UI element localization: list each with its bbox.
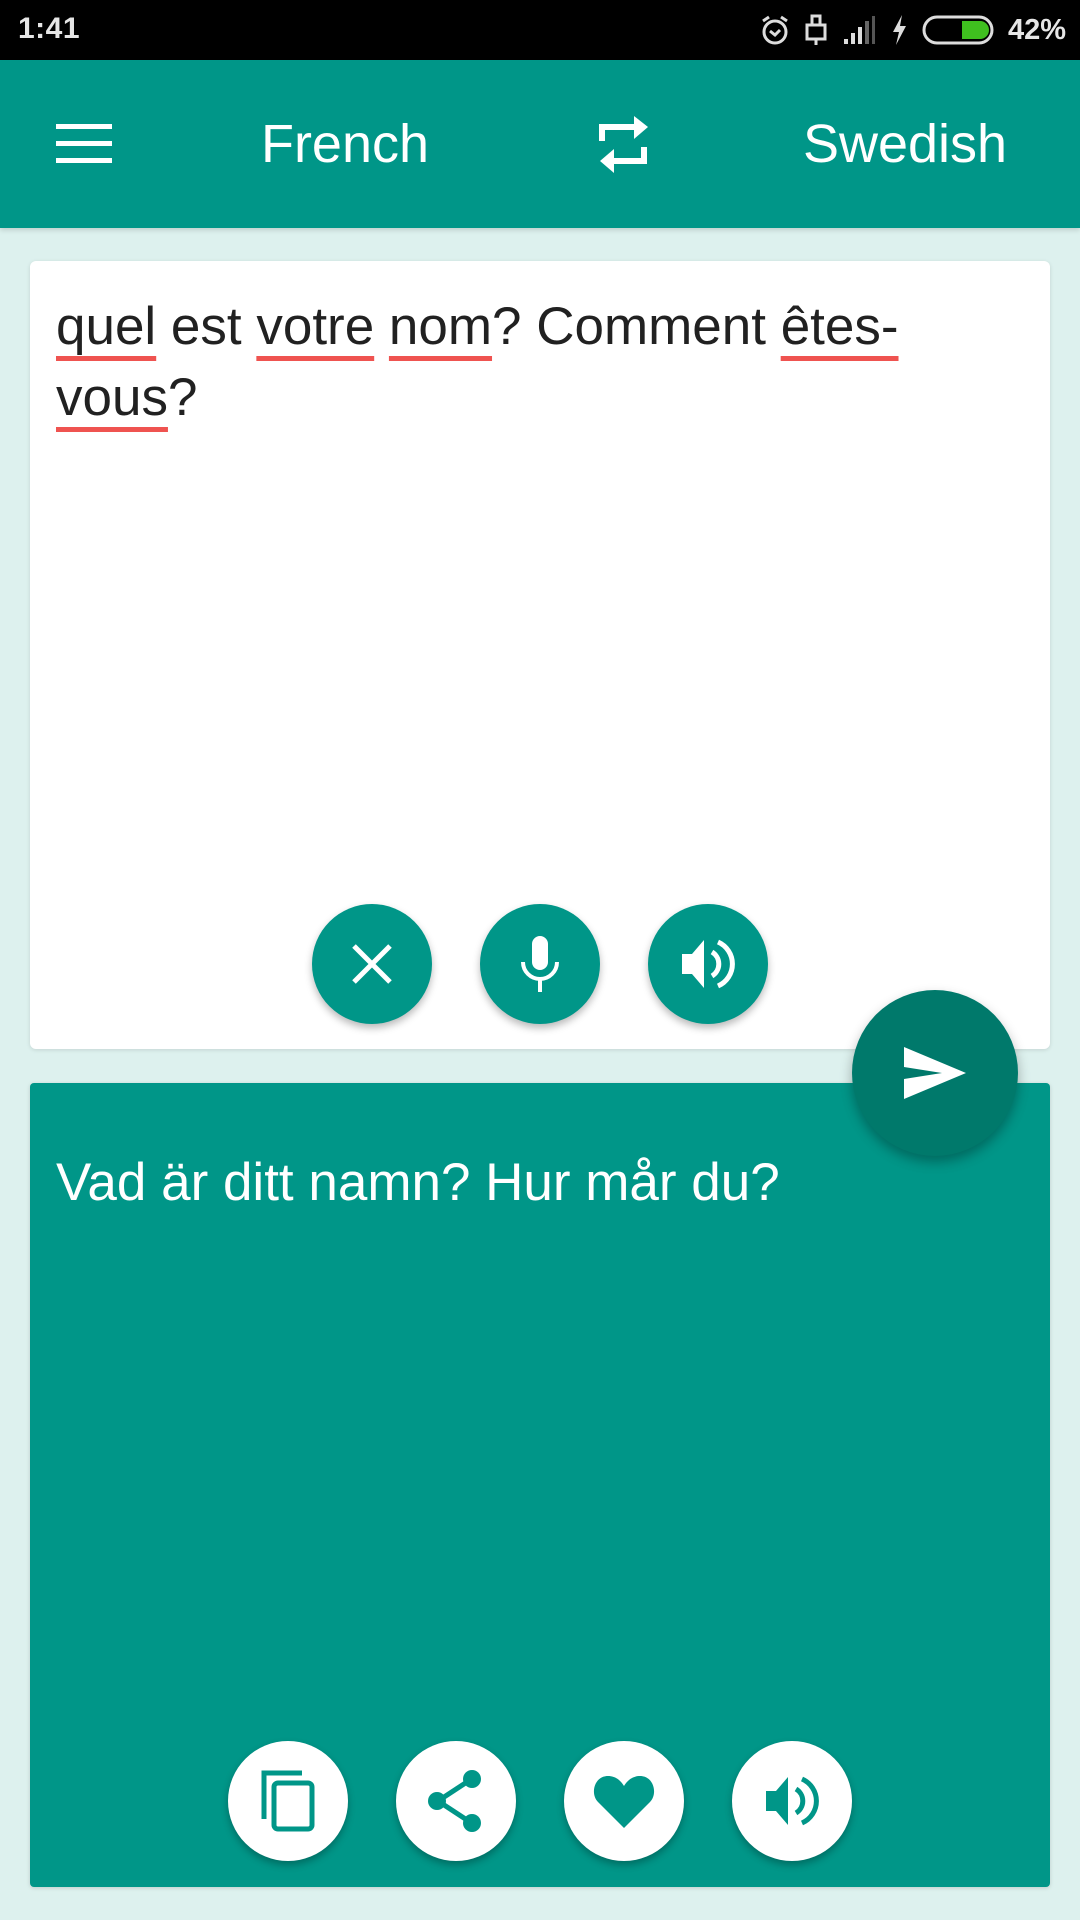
copy-icon [261, 1770, 315, 1832]
close-icon [352, 944, 392, 984]
text-segment: ? [167, 368, 198, 427]
share-button[interactable] [396, 1741, 516, 1861]
copy-button[interactable] [228, 1741, 348, 1861]
swap-languages-button[interactable] [580, 108, 668, 180]
misspelled-word: êtes- [780, 297, 899, 356]
target-language-button[interactable]: Swedish [760, 110, 1050, 178]
usb-lock-icon [804, 13, 828, 47]
status-bar: 1:41 42% [0, 0, 1080, 60]
clear-button[interactable] [312, 904, 432, 1024]
output-card: Vad är ditt namn? Hur mår du? [30, 1083, 1050, 1887]
heart-icon [593, 1776, 655, 1828]
speak-translation-button[interactable] [732, 1741, 852, 1861]
status-time: 1:41 [18, 12, 81, 45]
battery-percent: 42% [1007, 13, 1066, 46]
microphone-icon [521, 936, 559, 992]
source-text-input[interactable]: quel est votre nom? Comment êtes-vous? [56, 291, 1036, 433]
status-icons: 42% [760, 10, 1066, 50]
speaker-icon [766, 1776, 819, 1826]
misspelled-word: votre [256, 297, 375, 356]
toolbar: French Swedish [0, 60, 1080, 228]
swap-languages-icon [599, 116, 648, 173]
text-segment: ? Comment [492, 297, 781, 356]
source-language-button[interactable]: French [200, 110, 490, 178]
misspelled-word: nom [388, 297, 493, 356]
signal-icon [842, 15, 876, 45]
send-icon [904, 1047, 966, 1099]
translated-text: Vad är ditt namn? Hur mår du? [56, 1153, 780, 1212]
text-segment: est [156, 297, 257, 356]
misspelled-word: vous [56, 368, 168, 427]
favorite-button[interactable] [564, 1741, 684, 1861]
input-card: quel est votre nom? Comment êtes-vous? [30, 261, 1050, 1049]
speak-source-button[interactable] [648, 904, 768, 1024]
translate-button[interactable] [852, 990, 1018, 1156]
charging-icon [890, 14, 908, 46]
menu-button[interactable] [40, 110, 128, 178]
misspelled-word: quel [56, 297, 157, 356]
share-icon [428, 1770, 481, 1832]
hamburger-menu-icon [56, 124, 112, 163]
text-segment [374, 297, 389, 356]
alarm-icon [760, 14, 790, 46]
speaker-icon [682, 939, 735, 989]
microphone-button[interactable] [480, 904, 600, 1024]
battery-icon [922, 15, 994, 45]
